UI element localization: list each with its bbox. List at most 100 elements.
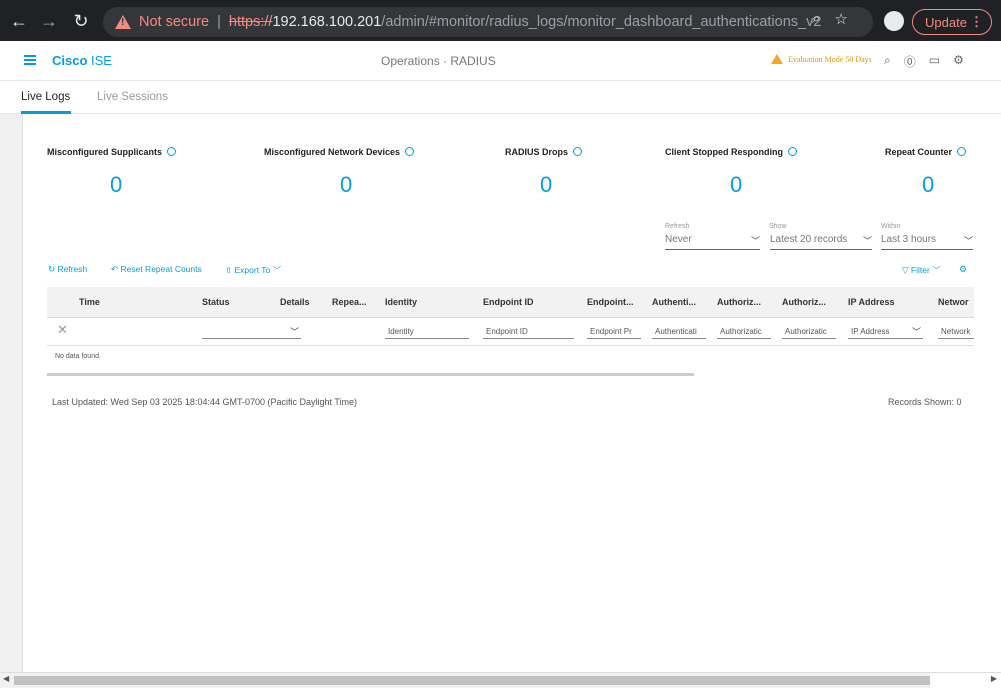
- export-button-label: Export To: [234, 265, 271, 275]
- address-separator: |: [217, 14, 221, 30]
- more-icon[interactable]: ⋮: [970, 14, 983, 30]
- endpoint-id-filter[interactable]: Endpoint ID: [483, 324, 574, 339]
- endpoint-profile-filter[interactable]: Endpoint Pr: [587, 324, 641, 339]
- column-header-authorization-profile[interactable]: Authoriz...: [782, 297, 826, 307]
- column-header-identity[interactable]: Identity: [385, 297, 417, 307]
- security-label[interactable]: Not secure: [139, 14, 209, 30]
- metric-label-text: Misconfigured Network Devices: [264, 147, 401, 157]
- back-icon[interactable]: ←: [4, 6, 34, 36]
- empty-table-message: No data found.: [55, 353, 101, 360]
- export-button[interactable]: ⇧ Export To ﹀: [225, 264, 281, 276]
- metric-value[interactable]: 0: [730, 172, 742, 198]
- metric-value[interactable]: 0: [110, 172, 122, 198]
- scroll-left-icon[interactable]: ◀: [3, 674, 9, 683]
- url-path: /admin/#monitor/radius_logs/monitor_dash…: [381, 14, 822, 30]
- status-filter[interactable]: ﹀: [202, 324, 301, 339]
- refresh-button-label: Refresh: [57, 264, 88, 274]
- metric-value[interactable]: 0: [540, 172, 552, 198]
- column-header-details[interactable]: Details: [280, 297, 310, 307]
- warning-icon: [115, 15, 131, 29]
- info-icon[interactable]: [957, 147, 967, 156]
- brand-bold: Cisco: [52, 53, 88, 68]
- clear-filters-icon[interactable]: ✕: [57, 322, 68, 338]
- search-icon[interactable]: ⌕: [884, 53, 891, 70]
- refresh-value: Never: [665, 234, 692, 245]
- left-gutter: [0, 114, 23, 672]
- metric-value[interactable]: 0: [340, 172, 352, 198]
- filter-button-label: Filter: [910, 265, 930, 275]
- authorization-policy-filter[interactable]: Authorizatic: [717, 324, 771, 339]
- chevron-down-icon: ﹀: [963, 236, 973, 246]
- ise-header: Cisco ISE Operations · RADIUS Evaluation…: [0, 41, 1001, 81]
- evaluation-text: Evaluation Mode 50 Days: [788, 54, 872, 64]
- last-updated-text: Last Updated: Wed Sep 03 2025 18:04:44 G…: [52, 397, 358, 407]
- metric-label: Misconfigured Network Devices: [264, 147, 415, 157]
- records-shown-text: Records Shown: 0: [888, 397, 962, 407]
- column-header-authentication[interactable]: Authenti...: [652, 297, 696, 307]
- show-select[interactable]: Latest 20 records ﹀: [770, 234, 872, 250]
- info-icon[interactable]: [788, 147, 797, 156]
- scroll-right-icon[interactable]: ▶: [991, 674, 997, 683]
- brand-logo[interactable]: Cisco ISE: [52, 53, 112, 68]
- info-icon[interactable]: [573, 147, 583, 156]
- menu-icon[interactable]: [24, 55, 36, 65]
- info-icon[interactable]: [167, 147, 177, 156]
- column-header-repeat[interactable]: Repea...: [332, 297, 367, 307]
- refresh-button[interactable]: ↻ Refresh: [48, 264, 87, 275]
- reset-repeat-counts-button[interactable]: ↶ Reset Repeat Counts: [111, 264, 202, 275]
- column-header-network[interactable]: Networ: [938, 297, 969, 307]
- identity-filter[interactable]: Identity: [385, 324, 469, 339]
- within-label: Within: [881, 223, 901, 230]
- url-scheme: https://: [228, 14, 273, 30]
- filter-button[interactable]: ▽ Filter ﹀: [902, 264, 941, 276]
- within-select[interactable]: Last 3 hours ﹀: [881, 234, 973, 250]
- tab-live-logs[interactable]: Live Logs: [21, 91, 72, 114]
- update-button[interactable]: Update ⋮: [912, 9, 992, 35]
- column-header-ip-address[interactable]: IP Address: [848, 297, 895, 307]
- column-header-time[interactable]: Time: [79, 297, 100, 307]
- help-icon[interactable]: ⓪: [904, 53, 916, 70]
- url-host: 192.168.100.201: [272, 14, 382, 30]
- gear-icon[interactable]: ⚙: [953, 53, 964, 70]
- evaluation-badge[interactable]: Evaluation Mode 50 Days: [771, 54, 872, 64]
- column-header-endpoint-id[interactable]: Endpoint ID: [483, 297, 534, 307]
- network-filter[interactable]: Network: [938, 324, 974, 339]
- column-header-status[interactable]: Status: [202, 297, 230, 307]
- ip-address-filter[interactable]: IP Address ﹀: [848, 324, 923, 339]
- live-logs-panel: Misconfigured Supplicants 0 Misconfigure…: [24, 114, 1001, 672]
- zoom-icon[interactable]: ⌕: [812, 10, 820, 28]
- dashboard-icon[interactable]: ▭: [929, 53, 940, 70]
- warning-icon: [771, 54, 783, 64]
- forward-icon[interactable]: →: [34, 6, 64, 36]
- metric-label-text: RADIUS Drops: [505, 147, 569, 157]
- chevron-down-icon: ﹀: [750, 236, 760, 246]
- metric-label: Repeat Counter: [885, 147, 967, 157]
- tab-bar: Live Logs Live Sessions: [0, 81, 1001, 114]
- omnibox-actions: ⌕ ☆: [812, 10, 848, 28]
- metric-label-text: Repeat Counter: [885, 147, 953, 157]
- scrollbar-thumb[interactable]: [14, 676, 930, 685]
- table-horizontal-scrollbar[interactable]: [47, 373, 694, 376]
- gear-icon[interactable]: ⚙: [959, 264, 967, 275]
- page-horizontal-scrollbar[interactable]: ◀ ▶: [0, 672, 1001, 688]
- filter-row: ✕ ﹀ Identity Endpoint ID Endpoint Pr Aut…: [47, 318, 974, 346]
- metric-label: RADIUS Drops: [505, 147, 583, 157]
- tab-live-sessions[interactable]: Live Sessions: [97, 91, 168, 103]
- metric-value[interactable]: 0: [922, 172, 934, 198]
- column-header-endpoint-profile[interactable]: Endpoint...: [587, 297, 634, 307]
- avatar[interactable]: [884, 11, 904, 31]
- within-value: Last 3 hours: [881, 234, 937, 245]
- chevron-down-icon: ﹀: [862, 236, 872, 246]
- chevron-down-icon: ﹀: [929, 265, 941, 275]
- column-header-authorization-policy[interactable]: Authoriz...: [717, 297, 761, 307]
- info-icon[interactable]: [405, 147, 415, 156]
- address-bar[interactable]: Not secure | https:// 192.168.100.201 /a…: [103, 7, 873, 37]
- show-label: Show: [769, 223, 787, 230]
- metric-label-text: Client Stopped Responding: [665, 147, 783, 157]
- star-icon[interactable]: ☆: [834, 10, 847, 28]
- metric-label: Client Stopped Responding: [665, 147, 797, 157]
- authentication-filter[interactable]: Authenticati: [652, 324, 706, 339]
- refresh-select[interactable]: Never ﹀: [665, 234, 760, 250]
- authorization-profile-filter[interactable]: Authorizatic: [782, 324, 836, 339]
- reload-icon[interactable]: ↻: [66, 6, 96, 36]
